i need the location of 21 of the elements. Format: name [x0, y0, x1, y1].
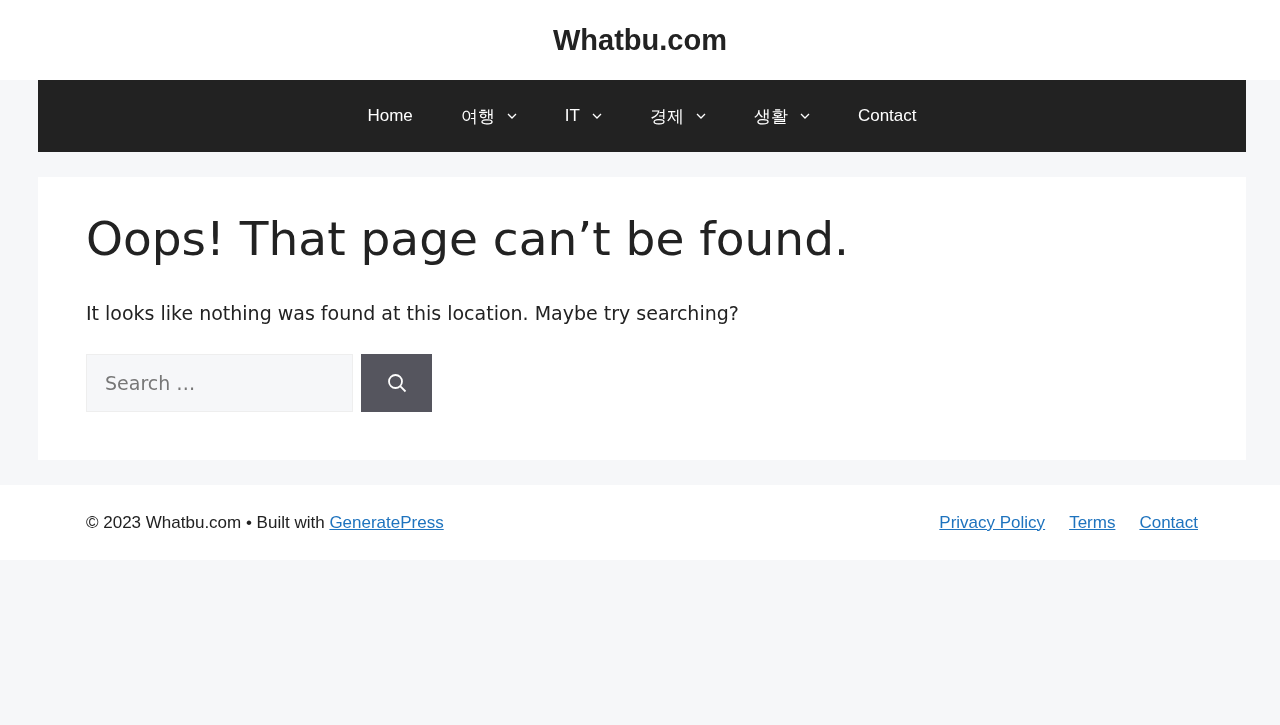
footer-link[interactable]: Privacy Policy [939, 512, 1046, 533]
nav-item[interactable]: Contact [833, 106, 941, 126]
footer-link[interactable]: Contact [1139, 512, 1198, 533]
search-button[interactable] [361, 354, 432, 412]
nav-item[interactable]: Home [343, 106, 437, 126]
site-title[interactable]: Whatbu.com [553, 23, 727, 57]
nav-item[interactable]: IT [540, 106, 626, 126]
nav-item[interactable]: 여행 [436, 104, 541, 128]
caret-icon [506, 113, 517, 119]
caret-icon [591, 113, 602, 119]
nav-item[interactable]: 경제 [625, 104, 730, 128]
not-found-message: It looks like nothing was found at this location. Maybe try searching? [86, 302, 740, 324]
copyright-text: © 2023 Whatbu.com • Built with GeneratePress [86, 512, 444, 533]
footer-link[interactable]: Terms [1069, 512, 1116, 533]
caret-icon [695, 113, 706, 119]
caret-icon [799, 113, 810, 119]
search-icon [386, 373, 407, 393]
search-field[interactable]: Search … [86, 354, 353, 412]
page-heading: Oops! That page can’t be found. [86, 211, 850, 266]
nav-item[interactable]: 생활 [729, 104, 834, 128]
credit-link[interactable]: GeneratePress [329, 512, 444, 532]
